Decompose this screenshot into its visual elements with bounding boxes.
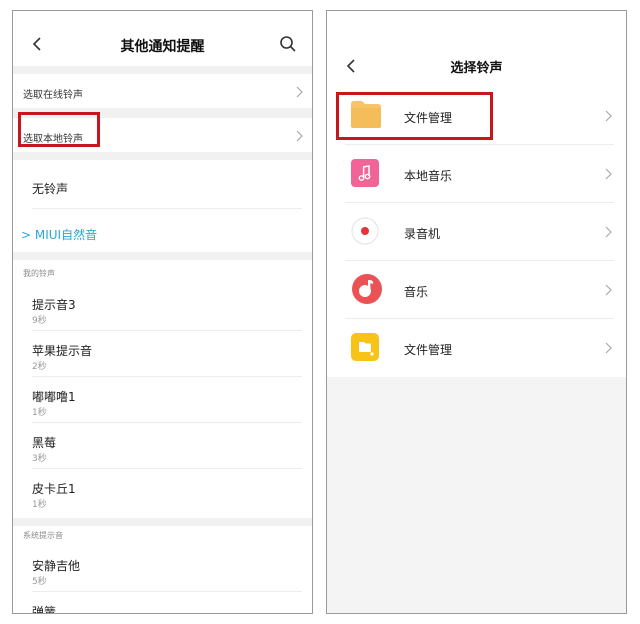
ringtone-item[interactable]: 嘟嘟噜1 [32, 388, 76, 405]
ringtone-list: 无铃声 > MIUI自然音 我的铃声 提示音3 9秒 苹果提示音 2秒 嘟嘟噜1… [13, 160, 312, 613]
music-row[interactable]: 音乐 [327, 261, 626, 319]
highlight-box [18, 112, 100, 147]
chevron-right-icon [604, 226, 612, 238]
file-manager-icon [351, 333, 379, 365]
source-list: 选择铃声 文件管理 本地音乐 录音机 音乐 文件管理 [327, 11, 626, 377]
ringtone-item[interactable]: 苹果提示音 [32, 342, 92, 359]
file-manager-app-row[interactable]: 文件管理 [327, 319, 626, 377]
recorder-label: 录音机 [404, 227, 441, 241]
music-note-icon [351, 159, 379, 191]
ringtone-item[interactable]: 黑莓 [32, 434, 56, 451]
chevron-right-icon [604, 342, 612, 354]
local-music-label: 本地音乐 [404, 169, 453, 183]
ringtone-duration: 1秒 [32, 408, 47, 418]
chevron-right-icon [604, 284, 612, 296]
highlight-box [336, 92, 493, 140]
miui-sound-item[interactable]: > MIUI自然音 [21, 226, 97, 243]
ringtone-duration: 2秒 [32, 362, 47, 372]
music-app-icon [351, 273, 383, 309]
ringtone-item[interactable]: 皮卡丘1 [32, 480, 76, 497]
no-ringtone-item[interactable]: 无铃声 [32, 180, 68, 197]
miui-sound-label: MIUI自然音 [34, 228, 98, 242]
online-ringtone-row[interactable]: 选取在线铃声 [13, 74, 312, 108]
recorder-row[interactable]: 录音机 [327, 203, 626, 261]
ringtone-item[interactable]: 提示音3 [32, 296, 76, 313]
system-ringtones-header: 系统提示音 [23, 531, 63, 540]
file-manager-app-label: 文件管理 [404, 343, 453, 357]
ringtone-duration: 3秒 [32, 454, 47, 464]
right-screen: 选择铃声 文件管理 本地音乐 录音机 音乐 文件管理 [326, 10, 627, 614]
chevron-right-icon [295, 130, 303, 142]
local-music-row[interactable]: 本地音乐 [327, 145, 626, 203]
ringtone-duration: 5秒 [32, 577, 47, 587]
ringtone-duration: 1秒 [32, 500, 47, 510]
chevron-right-icon [604, 168, 612, 180]
page-title: 其他通知提醒 [120, 39, 205, 55]
recorder-icon [351, 217, 379, 249]
page-title: 选择铃声 [450, 61, 503, 76]
ringtone-duration: 9秒 [32, 316, 47, 326]
left-screen: 其他通知提醒 选取在线铃声 选取本地铃声 无铃声 > MIUI自然音 我的铃声 … [12, 10, 313, 614]
my-ringtones-header: 我的铃声 [23, 269, 55, 278]
ringtone-item[interactable]: 安静吉他 [32, 557, 80, 574]
online-ringtone-label: 选取在线铃声 [23, 90, 83, 101]
ringtone-item[interactable]: 弹簧 [32, 603, 56, 613]
search-icon[interactable] [279, 35, 297, 53]
music-label: 音乐 [404, 285, 429, 299]
chevron-right-icon [604, 110, 612, 122]
chevron-right-icon [295, 86, 303, 98]
